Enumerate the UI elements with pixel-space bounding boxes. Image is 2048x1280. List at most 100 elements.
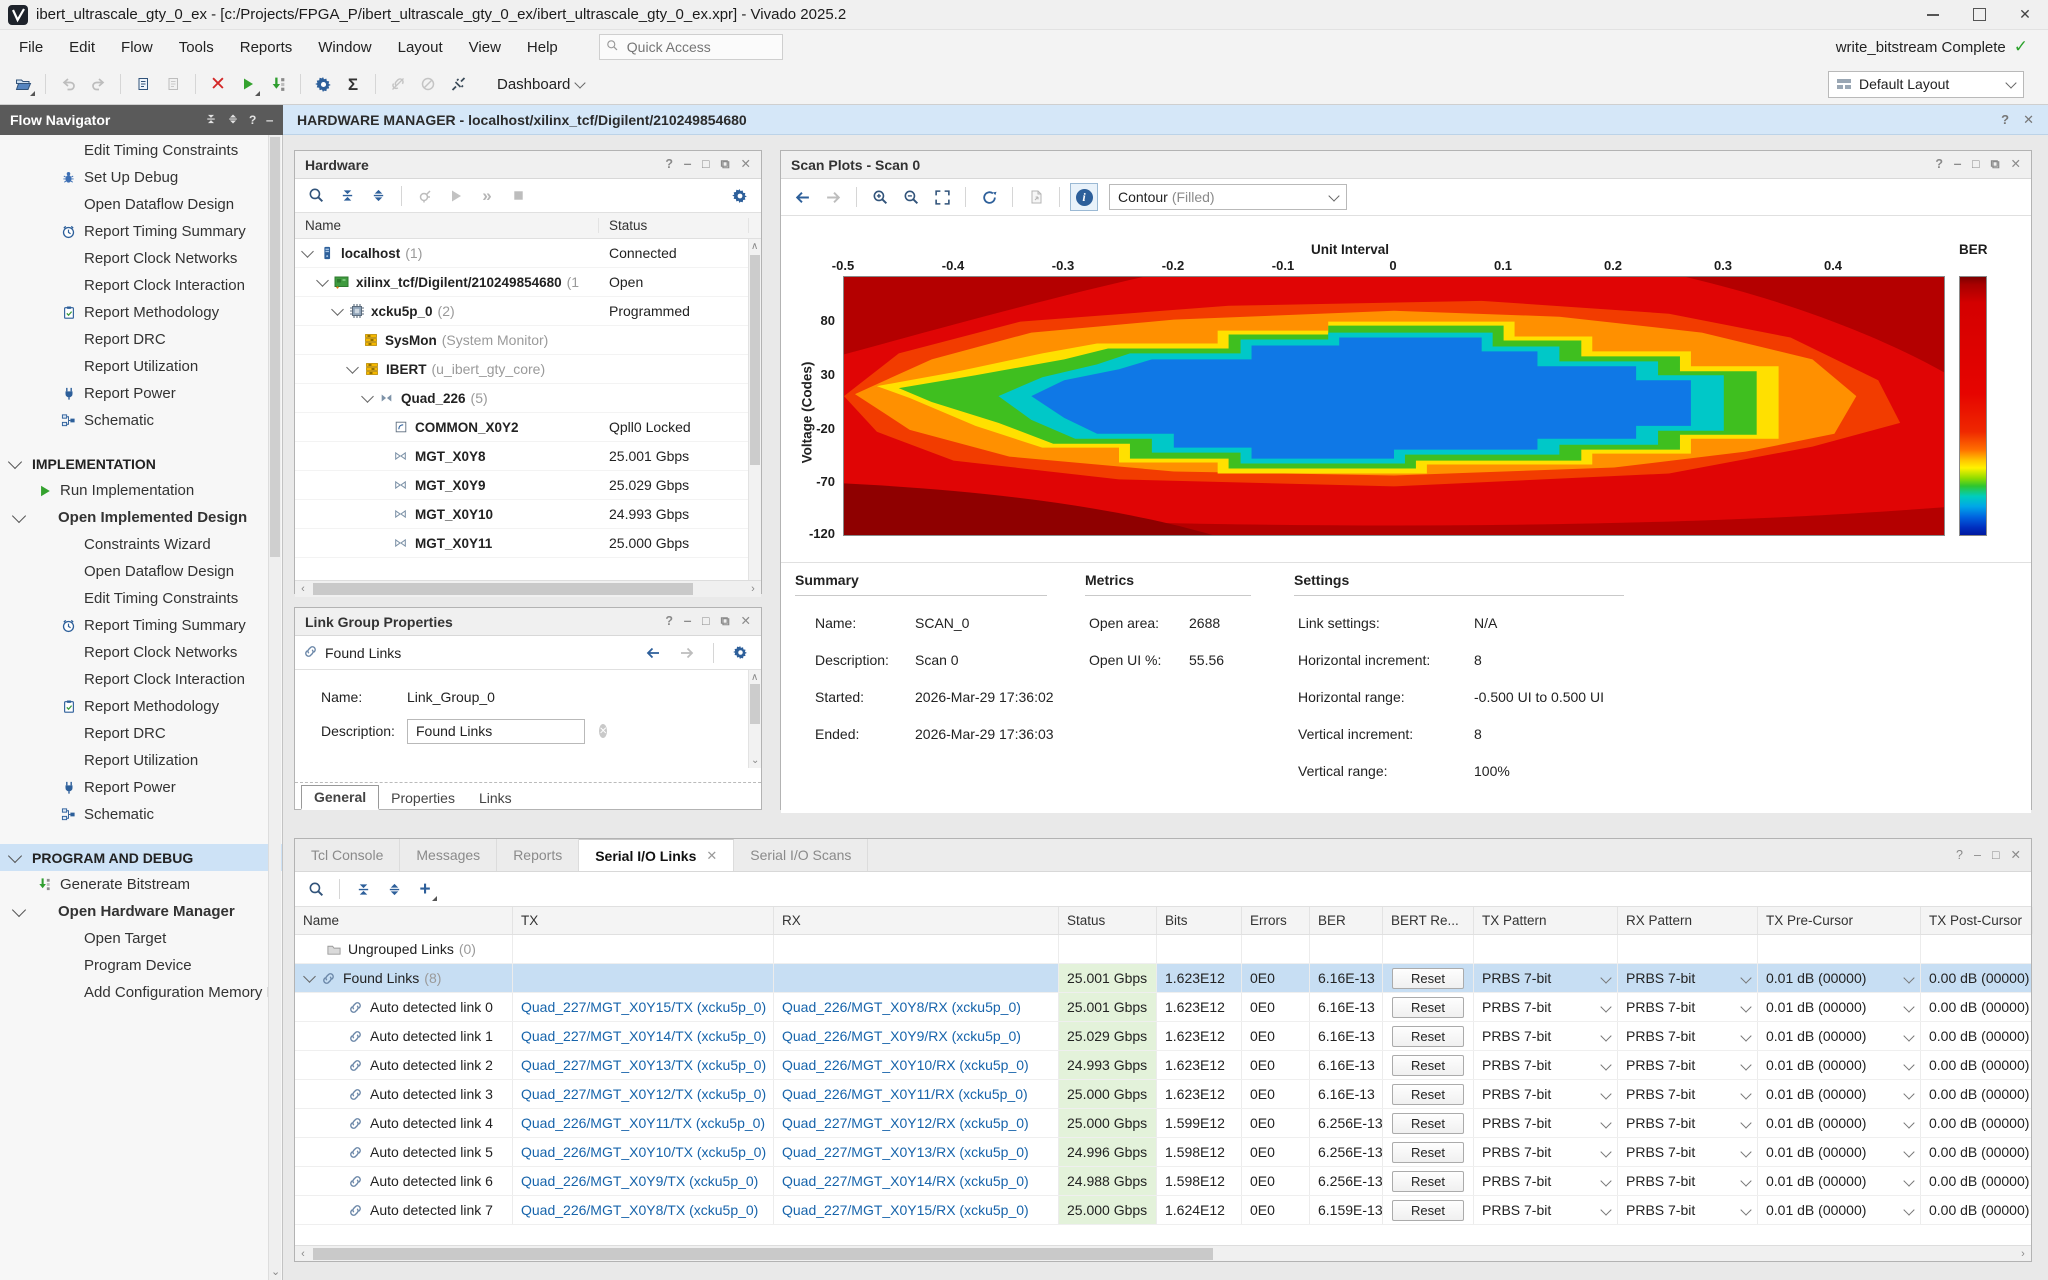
table-row-link[interactable]: Auto detected link 4 Quad_226/MGT_X0Y11/T… — [295, 1109, 2031, 1138]
links-hscrollbar[interactable]: ‹ › — [295, 1245, 2031, 1261]
chevron-down-icon[interactable] — [346, 361, 359, 374]
column-header-errors[interactable]: Errors — [1242, 907, 1310, 934]
close-tab-icon[interactable]: ✕ — [706, 848, 717, 864]
table-row-found-links[interactable]: Found Links (8) 25.001 Gbps 1.623E12 0E0 6.16… — [295, 964, 2031, 993]
tx-pattern-select[interactable]: PRBS 7-bit — [1474, 1080, 1618, 1108]
flownav-item-report-drc[interactable]: Report DRC — [0, 326, 282, 353]
lgp-tab-links[interactable]: Links — [467, 787, 524, 809]
flownav-item-open-target[interactable]: Open Target — [0, 925, 282, 952]
tx-pattern-select[interactable]: PRBS 7-bit — [1474, 1051, 1618, 1079]
flownav-item-report-timing-summary[interactable]: Report Timing Summary — [0, 612, 282, 639]
minimize-panel-icon[interactable]: ‒ — [1954, 158, 1961, 171]
column-header-status[interactable]: Status — [1059, 907, 1157, 934]
generate-bitstream-toolbar-icon[interactable] — [265, 71, 291, 97]
tx-link[interactable]: Quad_226/MGT_X0Y8/TX (xcku5p_0) — [521, 1202, 758, 1218]
flownav-item-report-clock-interaction[interactable]: Report Clock Interaction — [0, 666, 282, 693]
float-panel-icon[interactable]: ⧉ — [1991, 158, 2000, 171]
flownav-section-program-and-debug[interactable]: PROGRAM AND DEBUG — [0, 844, 282, 871]
rx-link[interactable]: Quad_227/MGT_X0Y12/RX (xcku5p_0) — [782, 1115, 1029, 1131]
eye-diagram-plot[interactable] — [843, 276, 1945, 536]
tx-pattern-select[interactable]: PRBS 7-bit — [1474, 1167, 1618, 1195]
help-icon[interactable]: ? — [249, 113, 256, 127]
slash-circle-icon[interactable] — [415, 71, 441, 97]
hardware-tree-row[interactable]: COMMON_X0Y2 Qpll0 Locked — [295, 413, 761, 442]
rx-pattern-select[interactable]: PRBS 7-bit — [1618, 1051, 1758, 1079]
tx-link[interactable]: Quad_227/MGT_X0Y14/TX (xcku5p_0) — [521, 1028, 766, 1044]
help-icon[interactable]: ? — [665, 158, 673, 171]
quick-access-box[interactable] — [598, 34, 783, 60]
column-header-tx-post-cursor[interactable]: TX Post-Cursor — [1921, 907, 2033, 934]
tab-messages[interactable]: Messages — [400, 839, 498, 871]
close-icon[interactable]: ✕ — [2011, 849, 2021, 862]
help-icon[interactable]: ? — [1956, 849, 1963, 862]
flownav-item-open-dataflow-design[interactable]: Open Dataflow Design — [0, 191, 282, 218]
tx-pre-cursor-select[interactable]: 0.01 dB (00000) — [1758, 964, 1921, 992]
menu-reports[interactable]: Reports — [227, 30, 306, 64]
hardware-tree-scrollbar[interactable]: ∧ — [748, 239, 761, 580]
column-header-status[interactable]: Status — [599, 218, 749, 233]
menu-file[interactable]: File — [6, 30, 56, 64]
rx-link[interactable]: Quad_227/MGT_X0Y13/RX (xcku5p_0) — [782, 1144, 1029, 1160]
collapse-all-icon[interactable] — [334, 183, 360, 209]
tx-post-cursor-select[interactable]: 0.00 dB (00000) — [1921, 1196, 2031, 1224]
rx-pattern-select[interactable]: PRBS 7-bit — [1618, 964, 1758, 992]
close-icon[interactable]: ✕ — [2011, 158, 2021, 171]
tab-tcl-console[interactable]: Tcl Console — [295, 839, 401, 871]
reset-button[interactable]: Reset — [1392, 1054, 1464, 1076]
reset-button[interactable]: Reset — [1392, 1112, 1464, 1134]
menu-help[interactable]: Help — [514, 30, 571, 64]
rx-pattern-select[interactable]: PRBS 7-bit — [1618, 1080, 1758, 1108]
flownav-item-constraints-wizard[interactable]: Constraints Wizard — [0, 531, 282, 558]
collapse-all-icon[interactable] — [205, 113, 217, 128]
flownav-item-set-up-debug[interactable]: Set Up Debug — [0, 164, 282, 191]
float-panel-icon[interactable]: ⧉ — [721, 158, 730, 171]
open-folder-icon[interactable] — [10, 71, 36, 97]
flownav-item-edit-timing-constraints[interactable]: Edit Timing Constraints — [0, 585, 282, 612]
rx-link[interactable]: Quad_226/MGT_X0Y8/RX (xcku5p_0) — [782, 999, 1021, 1015]
rx-pattern-select[interactable]: PRBS 7-bit — [1618, 993, 1758, 1021]
column-header-name[interactable]: Name — [295, 218, 599, 233]
search-icon[interactable] — [303, 876, 329, 902]
tx-pattern-select[interactable]: PRBS 7-bit — [1474, 1022, 1618, 1050]
lgp-scrollbar[interactable]: ∧ ⌄ — [748, 670, 761, 768]
tx-post-cursor-select[interactable]: 0.00 dB (00000) — [1921, 1051, 2031, 1079]
column-header-rx[interactable]: RX — [774, 907, 1059, 934]
settings-gear-icon[interactable] — [727, 183, 753, 209]
tx-pre-cursor-select[interactable]: 0.01 dB (00000) — [1758, 1109, 1921, 1137]
minimize-panel-icon[interactable]: ‒ — [684, 158, 691, 171]
info-icon[interactable]: i — [1070, 183, 1098, 211]
rx-pattern-select[interactable]: PRBS 7-bit — [1618, 1109, 1758, 1137]
flownav-item-report-methodology[interactable]: Report Methodology — [0, 299, 282, 326]
flownav-item-report-drc[interactable]: Report DRC — [0, 720, 282, 747]
flownav-item-report-clock-interaction[interactable]: Report Clock Interaction — [0, 272, 282, 299]
flownav-item-report-utilization[interactable]: Report Utilization — [0, 353, 282, 380]
rx-pattern-select[interactable]: PRBS 7-bit — [1618, 1138, 1758, 1166]
maximize-panel-icon[interactable]: □ — [1972, 158, 1980, 171]
close-icon[interactable]: ✕ — [2023, 112, 2034, 128]
flownav-item-report-timing-summary[interactable]: Report Timing Summary — [0, 218, 282, 245]
abort-icon[interactable]: ✕ — [205, 71, 231, 97]
help-icon[interactable]: ? — [665, 615, 673, 628]
column-header-bits[interactable]: Bits — [1157, 907, 1242, 934]
run-icon[interactable] — [235, 71, 261, 97]
add-icon[interactable]: + — [412, 876, 438, 902]
minimize-panel-icon[interactable]: ‒ — [1974, 849, 1981, 862]
description-input[interactable] — [414, 722, 599, 740]
hardware-tree-row[interactable]: xcku5p_0 (2) Programmed — [295, 297, 761, 326]
tab-serial-i-o-links[interactable]: Serial I/O Links ✕ — [579, 839, 735, 871]
table-row-link[interactable]: Auto detected link 2 Quad_227/MGT_X0Y13/T… — [295, 1051, 2031, 1080]
float-panel-icon[interactable]: ⧉ — [721, 615, 730, 628]
flownav-item-program-device[interactable]: Program Device — [0, 952, 282, 979]
sigma-icon[interactable]: Σ — [340, 71, 366, 97]
maximize-panel-icon[interactable]: □ — [702, 615, 710, 628]
rx-pattern-select[interactable]: PRBS 7-bit — [1618, 1167, 1758, 1195]
settings-icon[interactable] — [310, 71, 336, 97]
plot-type-selector[interactable]: Contour (Filled) — [1109, 184, 1347, 210]
tx-pre-cursor-select[interactable]: 0.01 dB (00000) — [1758, 1080, 1921, 1108]
tx-pattern-select[interactable]: PRBS 7-bit — [1474, 964, 1618, 992]
lgp-tab-general[interactable]: General — [301, 785, 380, 810]
reset-button[interactable]: Reset — [1392, 1199, 1464, 1221]
flownav-item-edit-timing-constraints[interactable]: Edit Timing Constraints — [0, 137, 282, 164]
menu-flow[interactable]: Flow — [108, 30, 166, 64]
tab-reports[interactable]: Reports — [497, 839, 580, 871]
